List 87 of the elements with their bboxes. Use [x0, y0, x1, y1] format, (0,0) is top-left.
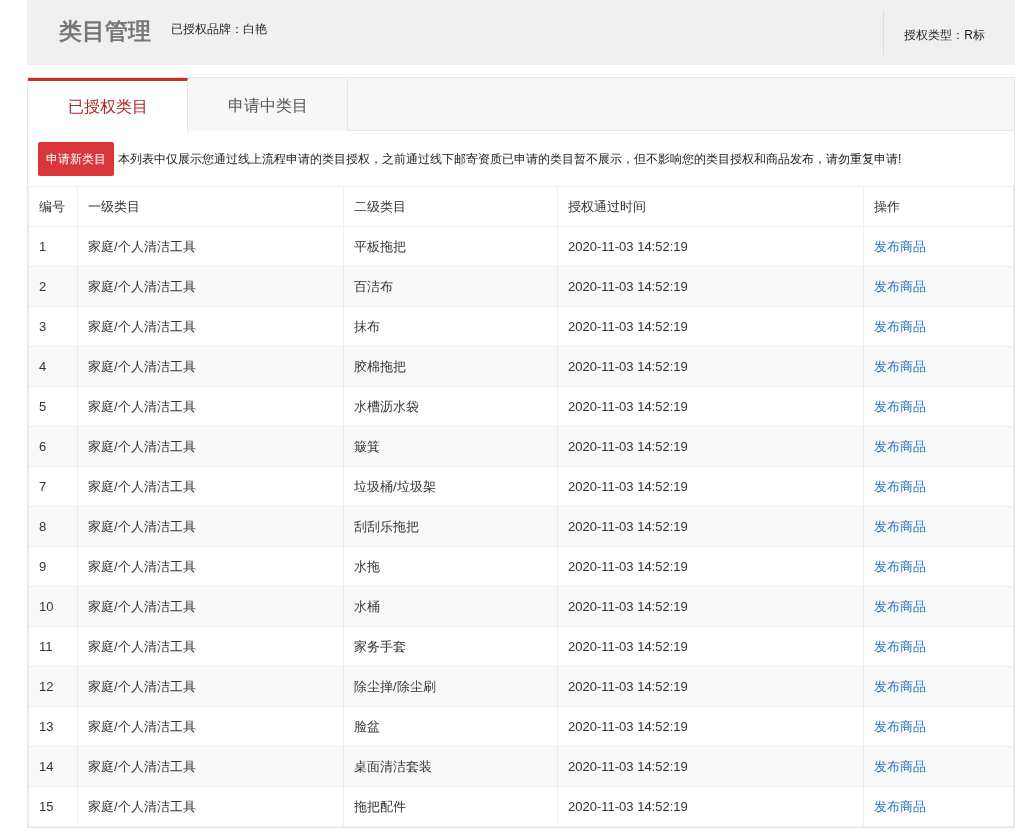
table-cell: 2020-11-03 14:52:19 — [557, 346, 864, 387]
table-cell: 家庭/个人清洁工具 — [77, 546, 344, 587]
tab[interactable]: 已授权类目 — [28, 78, 188, 132]
table-cell: 桌面清洁套装 — [343, 746, 558, 787]
publish-link[interactable]: 发布商品 — [874, 518, 926, 534]
table-cell: 刮刮乐拖把 — [343, 506, 558, 547]
table-cell: 11 — [28, 626, 78, 667]
table-cell: 家庭/个人清洁工具 — [77, 666, 344, 707]
table-cell: 簸箕 — [343, 426, 558, 467]
publish-link[interactable]: 发布商品 — [874, 758, 926, 774]
publish-link[interactable]: 发布商品 — [874, 238, 926, 254]
table-cell: 2020-11-03 14:52:19 — [557, 786, 864, 827]
table-cell: 3 — [28, 306, 78, 347]
notice-text: 本列表中仅展示您通过线上流程申请的类目授权，之前通过线下邮寄资质已申请的类目暂不展示，但不影响您的类目授权和商品发布，请勿重复申请! — [118, 150, 902, 168]
table-cell: 家庭/个人清洁工具 — [77, 466, 344, 507]
table-cell: 拖把配件 — [343, 786, 558, 827]
table-cell: 水槽沥水袋 — [343, 386, 558, 427]
table-cell: 家庭/个人清洁工具 — [77, 266, 344, 307]
table-cell: 2020-11-03 14:52:19 — [557, 586, 864, 627]
publish-link[interactable]: 发布商品 — [874, 678, 926, 694]
table-cell: 15 — [28, 786, 78, 827]
publish-link[interactable]: 发布商品 — [874, 398, 926, 414]
table-cell: 家务手套 — [343, 626, 558, 667]
table-cell: 4 — [28, 346, 78, 387]
table-cell: 9 — [28, 546, 78, 587]
table-cell: 家庭/个人清洁工具 — [77, 626, 344, 667]
table-cell: 14 — [28, 746, 78, 787]
table-cell: 家庭/个人清洁工具 — [77, 506, 344, 547]
table-cell: 2020-11-03 14:52:19 — [557, 626, 864, 667]
table-cell: 家庭/个人清洁工具 — [77, 346, 344, 387]
table-cell: 5 — [28, 386, 78, 427]
apply-category-button[interactable]: 申请新类目 — [38, 141, 114, 176]
table-cell: 垃圾桶/垃圾架 — [343, 466, 558, 507]
publish-link[interactable]: 发布商品 — [874, 798, 926, 814]
column-header: 一级类目 — [77, 186, 344, 227]
tab[interactable]: 申请中类目 — [188, 78, 348, 131]
table-cell: 2020-11-03 14:52:19 — [557, 546, 864, 587]
table-cell: 2020-11-03 14:52:19 — [557, 466, 864, 507]
table-cell: 12 — [28, 666, 78, 707]
table-cell: 2020-11-03 14:52:19 — [557, 226, 864, 267]
table-cell: 1 — [28, 226, 78, 267]
page-title: 类目管理 — [58, 17, 152, 46]
table-cell: 家庭/个人清洁工具 — [77, 386, 344, 427]
table-cell: 2020-11-03 14:52:19 — [557, 386, 864, 427]
table-cell: 7 — [28, 466, 78, 507]
publish-link[interactable]: 发布商品 — [874, 318, 926, 334]
table-cell: 水桶 — [343, 586, 558, 627]
table-cell: 家庭/个人清洁工具 — [77, 786, 344, 827]
column-header: 编号 — [28, 186, 78, 227]
table-cell: 2020-11-03 14:52:19 — [557, 306, 864, 347]
table-cell: 2020-11-03 14:52:19 — [557, 426, 864, 467]
table-cell: 2020-11-03 14:52:19 — [557, 746, 864, 787]
table-cell: 2020-11-03 14:52:19 — [557, 706, 864, 747]
column-header: 授权通过时间 — [557, 186, 864, 227]
table-cell: 家庭/个人清洁工具 — [77, 226, 344, 267]
publish-link[interactable]: 发布商品 — [874, 558, 926, 574]
table-cell: 2020-11-03 14:52:19 — [557, 506, 864, 547]
table-cell: 除尘掸/除尘刷 — [343, 666, 558, 707]
table-cell: 胶棉拖把 — [343, 346, 558, 387]
table-cell: 10 — [28, 586, 78, 627]
table-cell: 家庭/个人清洁工具 — [77, 426, 344, 467]
table-cell: 水拖 — [343, 546, 558, 587]
table-cell: 家庭/个人清洁工具 — [77, 306, 344, 347]
table-cell: 家庭/个人清洁工具 — [77, 746, 344, 787]
table-cell: 2020-11-03 14:52:19 — [557, 666, 864, 707]
table-cell: 6 — [28, 426, 78, 467]
table-cell: 2 — [28, 266, 78, 307]
publish-link[interactable]: 发布商品 — [874, 478, 926, 494]
publish-link[interactable]: 发布商品 — [874, 358, 926, 374]
publish-link[interactable]: 发布商品 — [874, 598, 926, 614]
brand-label: 已授权品牌：白艳 — [171, 22, 267, 36]
table-cell: 2020-11-03 14:52:19 — [557, 266, 864, 307]
table-cell: 家庭/个人清洁工具 — [77, 706, 344, 747]
table-cell: 平板拖把 — [343, 226, 558, 267]
table-cell: 13 — [28, 706, 78, 747]
publish-link[interactable]: 发布商品 — [874, 278, 926, 294]
publish-link[interactable]: 发布商品 — [874, 638, 926, 654]
publish-link[interactable]: 发布商品 — [874, 438, 926, 454]
publish-link[interactable]: 发布商品 — [874, 718, 926, 734]
column-header: 操作 — [863, 186, 1014, 227]
column-header: 二级类目 — [343, 186, 558, 227]
table-cell: 家庭/个人清洁工具 — [77, 586, 344, 627]
auth-type-label: 授权类型：R标 — [904, 28, 985, 42]
table-cell: 抹布 — [343, 306, 558, 347]
table-cell: 8 — [28, 506, 78, 547]
table-cell: 百洁布 — [343, 266, 558, 307]
table-cell: 脸盆 — [343, 706, 558, 747]
